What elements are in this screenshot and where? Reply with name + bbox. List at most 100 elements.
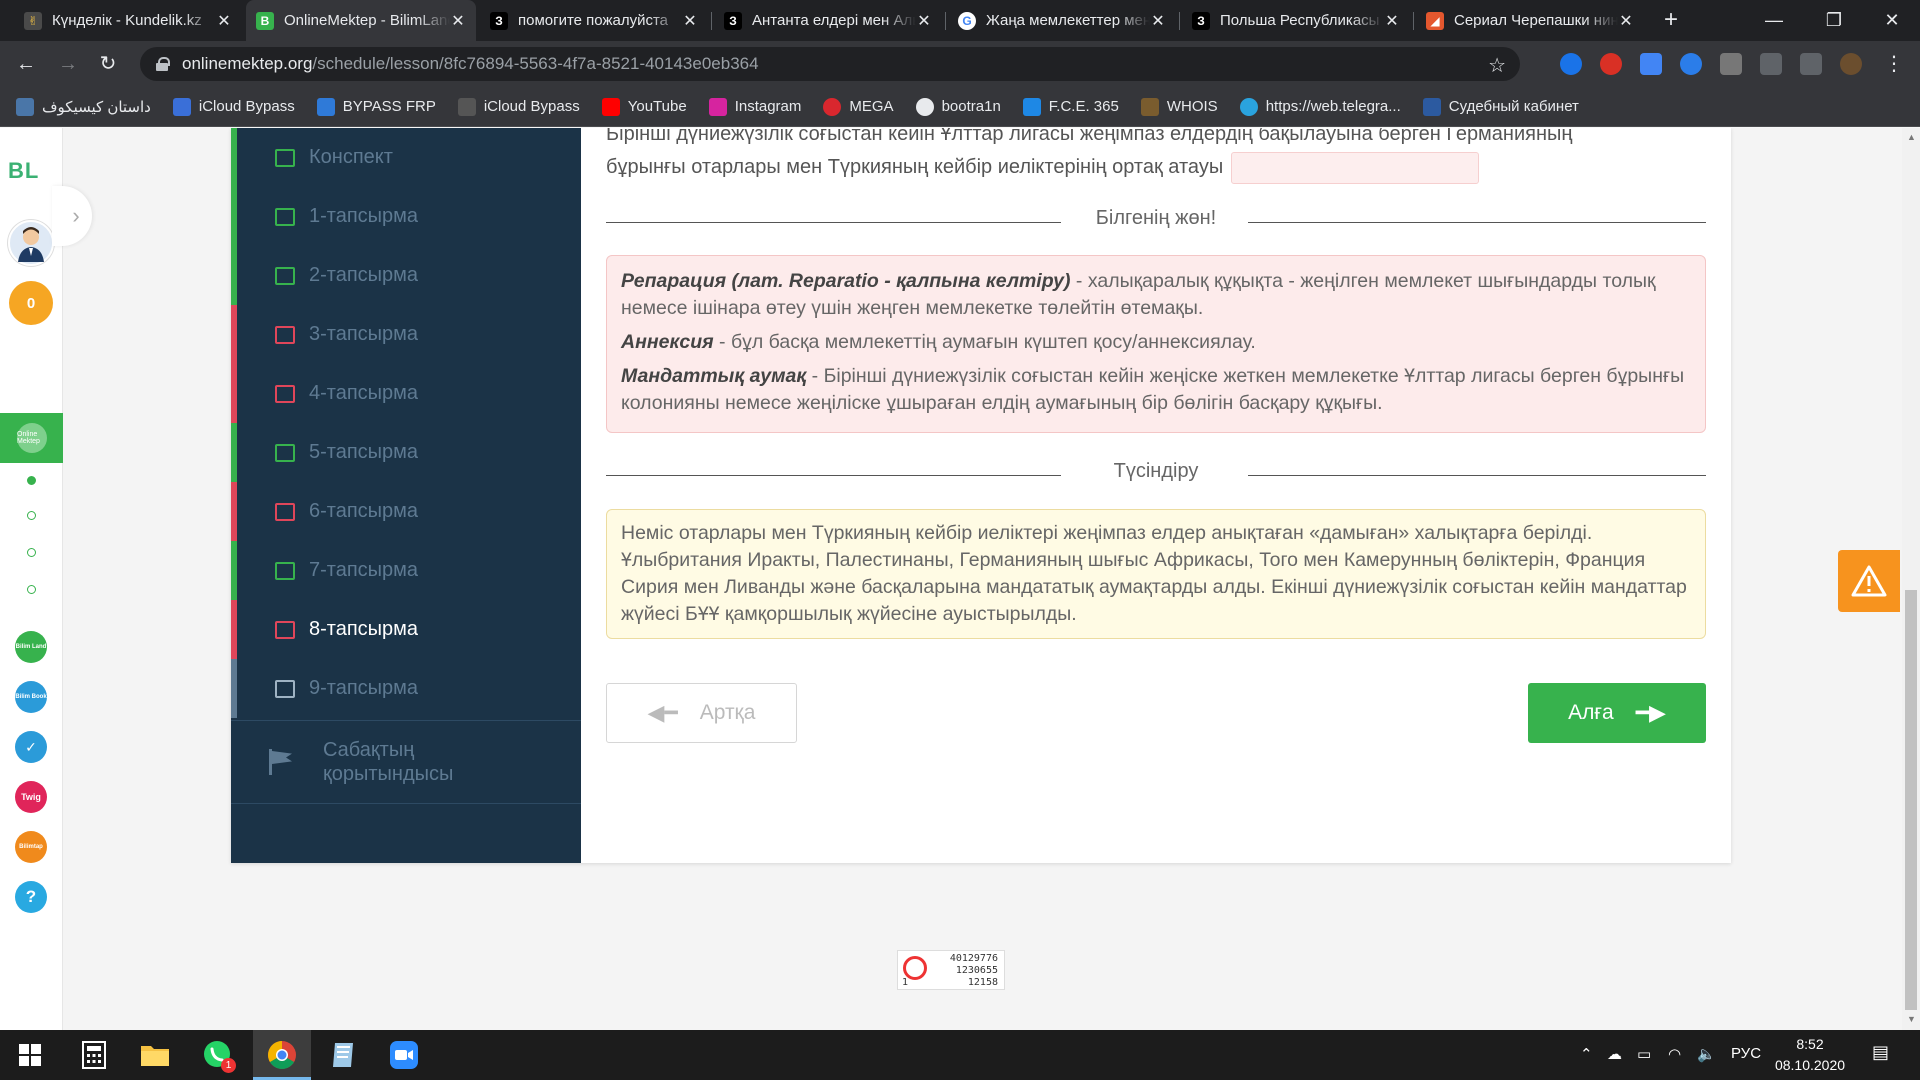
bookmark-item[interactable]: bootra1n [915, 97, 1001, 116]
chrome-icon[interactable] [264, 1037, 300, 1073]
notes-app-icon[interactable] [325, 1037, 361, 1073]
browser-tab[interactable]: З Польша Республикасы ✕ [1182, 0, 1410, 41]
speaker-icon[interactable]: 🔈 [1697, 1045, 1716, 1063]
bookmark-label: iCloud Bypass [198, 98, 295, 115]
sidebar-item-task-9[interactable]: 9-тапсырма [231, 659, 581, 718]
bookmark-item[interactable]: داستان کیسیکوف [16, 97, 151, 116]
onedrive-icon[interactable]: ☁ [1607, 1045, 1622, 1063]
rail-app-help[interactable]: ? [15, 881, 47, 913]
close-tab-icon[interactable]: ✕ [216, 11, 232, 31]
close-tab-icon[interactable]: ✕ [1618, 11, 1634, 31]
sidebar-item-konspekt[interactable]: Конспект [231, 128, 581, 187]
notifications-icon[interactable]: ▤ [1872, 1042, 1889, 1063]
sidebar-item-task-6[interactable]: 6-тапсырма [231, 482, 581, 541]
sidebar-item-task-7[interactable]: 7-тапсырма [231, 541, 581, 600]
bookmark-item[interactable]: iCloud Bypass [172, 97, 295, 116]
windows-start-icon[interactable] [12, 1037, 48, 1073]
bilimland-logo[interactable]: BL [8, 158, 39, 184]
browser-tab[interactable]: З Антанта елдері мен Аль ✕ [714, 0, 942, 41]
bookmark-item[interactable]: iCloud Bypass [457, 97, 580, 116]
back-arrow-icon[interactable]: ← [12, 50, 40, 78]
user-avatar[interactable] [8, 220, 54, 266]
rail-app-bilimbook[interactable]: Bilim Book [15, 681, 47, 713]
rail-subnav-dot[interactable] [27, 548, 36, 557]
media-control-icon[interactable] [1800, 53, 1822, 75]
bookmark-item[interactable]: MEGA [823, 97, 894, 116]
bookmark-item[interactable]: F.C.E. 365 [1022, 97, 1119, 116]
profile-avatar[interactable] [1840, 53, 1862, 75]
whatsapp-icon[interactable]: 1 [200, 1037, 236, 1073]
bookmark-item[interactable]: WHOIS [1140, 97, 1218, 116]
keyboard-language[interactable]: РУС [1731, 1045, 1761, 1062]
close-tab-icon[interactable]: ✕ [682, 11, 698, 31]
coins-badge[interactable]: 0 [9, 281, 53, 325]
browser-tab[interactable]: ✌ Күнделік - Kundelik.kz ✕ [14, 0, 242, 41]
next-button[interactable]: Алға ━▶ [1528, 683, 1706, 743]
close-tab-icon[interactable]: ✕ [1384, 11, 1400, 31]
sidebar-item-task-2[interactable]: 2-тапсырма [231, 246, 581, 305]
extension-translate-icon[interactable] [1640, 53, 1662, 75]
report-warning-button[interactable] [1838, 550, 1900, 612]
browser-tab[interactable]: G Жаңа мемлекеттер мен ✕ [948, 0, 1176, 41]
taskbar-clock[interactable]: 8:52 08.10.2020 [1770, 1034, 1850, 1076]
battery-icon[interactable]: ▭ [1637, 1045, 1651, 1063]
bookmark-star-icon[interactable]: ☆ [1488, 53, 1506, 78]
zoom-icon[interactable] [386, 1037, 422, 1073]
bookmark-item[interactable]: https://web.telegra... [1239, 97, 1401, 116]
extensions-puzzle-icon[interactable] [1760, 53, 1782, 75]
new-tab-plus-icon[interactable]: + [1658, 8, 1684, 34]
arrow-left-icon: ◀━ [647, 700, 678, 725]
file-explorer-icon[interactable] [137, 1037, 173, 1073]
rail-subnav-dot[interactable] [27, 585, 36, 594]
close-tab-icon[interactable]: ✕ [1150, 11, 1166, 31]
window-restore-icon[interactable]: ❐ [1804, 0, 1864, 41]
scroll-down-icon[interactable]: ▼ [1907, 1014, 1916, 1024]
expand-rail-chevron-icon[interactable]: › [52, 186, 92, 246]
rail-app-onlinemektep[interactable]: Online Mektep [0, 413, 63, 463]
sidebar-item-lesson-summary[interactable]: Сабақтың қорытындысы [231, 720, 581, 804]
sidebar-item-task-1[interactable]: 1-тапсырма [231, 187, 581, 246]
status-bar [231, 482, 237, 541]
answer-input[interactable] [1231, 151, 1480, 184]
rail-app-tasks[interactable]: ✓ [15, 731, 47, 763]
sidebar-item-task-3[interactable]: 3-тапсырма [231, 305, 581, 364]
scrollbar-thumb[interactable] [1905, 590, 1917, 1010]
scroll-up-icon[interactable]: ▲ [1907, 132, 1916, 142]
rail-subnav-dot[interactable] [27, 476, 36, 485]
rail-app-bilimtap[interactable]: Bilimtap [15, 831, 47, 863]
browser-tab-active[interactable]: B OnlineMektep - BilimLand ✕ [246, 0, 476, 41]
browser-tab[interactable]: ◢ Сериал Черепашки ниндзя ✕ [1416, 0, 1644, 41]
browser-tab[interactable]: З помогите пожалуйста ✕ [480, 0, 708, 41]
window-minimize-icon[interactable]: — [1744, 0, 1804, 41]
sidebar-item-task-5[interactable]: 5-тапсырма [231, 423, 581, 482]
show-hidden-icons-chevron-icon[interactable]: ⌃ [1580, 1045, 1593, 1063]
browser-toolbar: ← → ↻ onlinemektep.org/schedule/lesson/8… [0, 41, 1920, 87]
close-tab-icon[interactable]: ✕ [450, 11, 466, 31]
rail-app-twig[interactable]: Twig [15, 781, 47, 813]
extension-icon[interactable] [1560, 53, 1582, 75]
chrome-menu-icon[interactable]: ⋮ [1880, 50, 1908, 78]
forward-arrow-icon[interactable]: → [54, 50, 82, 78]
extension-adblock-icon[interactable] [1600, 53, 1622, 75]
sidebar-item-task-4[interactable]: 4-тапсырма [231, 364, 581, 423]
extension-icon[interactable] [1720, 53, 1742, 75]
bookmark-item[interactable]: YouTube [601, 97, 687, 116]
know-title: Білгенің жөн! [1095, 207, 1217, 229]
visit-counter[interactable]: 40129776 1230655 1 12158 [897, 950, 1005, 990]
page-scrollbar[interactable]: ▲ ▼ [1902, 128, 1920, 1030]
window-close-icon[interactable]: ✕ [1862, 0, 1920, 41]
counter-value: 12158 [967, 977, 998, 988]
bookmark-item[interactable]: Instagram [708, 97, 801, 116]
address-bar[interactable]: onlinemektep.org/schedule/lesson/8fc7689… [140, 47, 1520, 81]
close-tab-icon[interactable]: ✕ [916, 11, 932, 31]
rail-subnav-dot[interactable] [27, 511, 36, 520]
extension-download-icon[interactable] [1680, 53, 1702, 75]
bookmark-item[interactable]: Судебный кабинет [1422, 97, 1579, 116]
sidebar-item-task-8[interactable]: 8-тапсырма [231, 600, 581, 659]
calculator-icon[interactable] [76, 1037, 112, 1073]
bookmark-item[interactable]: BYPASS FRP [316, 97, 436, 116]
back-button[interactable]: ◀━ Артқа [606, 683, 797, 743]
reload-icon[interactable]: ↻ [94, 50, 122, 78]
wifi-icon[interactable]: ◠ [1668, 1045, 1681, 1063]
rail-app-bilimland[interactable]: Bilim Land [15, 631, 47, 663]
